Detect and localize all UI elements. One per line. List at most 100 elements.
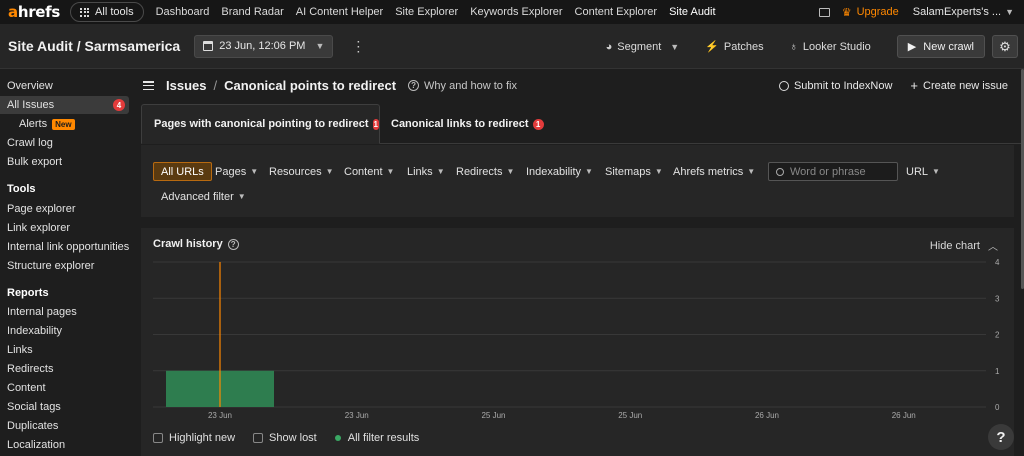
- series-dot: [334, 435, 341, 441]
- hide-chart-button[interactable]: Hide chart ︿: [930, 238, 998, 254]
- chevron-down-icon: ▼: [932, 167, 940, 176]
- filter-bar: All URLs Pages ▼ Resources ▼ Content ▼ Link…: [141, 145, 1014, 217]
- filter-pages[interactable]: Pages ▼: [215, 162, 258, 181]
- y-tick-label: 4: [995, 258, 1000, 267]
- nav-ai-content-helper[interactable]: AI Content Helper: [296, 6, 383, 18]
- all-tools-button[interactable]: All tools: [70, 2, 144, 22]
- nav-site-audit[interactable]: Site Audit: [669, 6, 715, 18]
- monitor-icon[interactable]: [818, 7, 830, 17]
- why-and-how-link[interactable]: ? Why and how to fix: [408, 80, 517, 92]
- breadcrumb-issues[interactable]: Issues: [166, 78, 206, 93]
- nav-keywords-explorer[interactable]: Keywords Explorer: [470, 6, 562, 18]
- top-navigation: ahrefs All tools Dashboard Brand Radar A…: [0, 0, 1024, 24]
- sidebar-item-structure-explorer[interactable]: Structure explorer: [7, 260, 94, 272]
- sidebar-item-label: All Issues: [7, 99, 55, 111]
- tab-pages-with-canonical[interactable]: Pages with canonical pointing to redirec…: [141, 104, 380, 144]
- nav-dashboard[interactable]: Dashboard: [156, 6, 210, 18]
- chevron-down-icon: ▼: [670, 41, 680, 52]
- filter-redirects[interactable]: Redirects ▼: [456, 162, 514, 181]
- lightning-icon: ⚡: [705, 41, 719, 53]
- sidebar-item-links[interactable]: Links: [7, 344, 33, 356]
- sidebar-item-crawl-log[interactable]: Crawl log: [7, 137, 53, 149]
- crawl-date-label: 23 Jun, 12:06 PM: [219, 40, 306, 52]
- sidebar-item-link-explorer[interactable]: Link explorer: [7, 222, 70, 234]
- issues-count-badge: 4: [113, 99, 125, 111]
- filter-content[interactable]: Content ▼: [344, 162, 394, 181]
- nav-content-explorer[interactable]: Content Explorer: [575, 6, 658, 18]
- chevron-down-icon: ▼: [1005, 7, 1014, 17]
- search-icon: [776, 167, 784, 176]
- y-tick-label: 2: [995, 331, 1000, 340]
- segment-button[interactable]: ◕ Segment ▼: [606, 41, 680, 53]
- account-menu[interactable]: SalamExperts's ... ▼: [913, 6, 1014, 18]
- advanced-filter-button[interactable]: Advanced filter ▼: [161, 187, 246, 206]
- crawl-history-chart: 0 1 2 3 4 23 Jun 23 Jun 25 Jun 25 Jun 26 Jun 26 Ju…: [153, 258, 1000, 420]
- crawl-date-selector[interactable]: 23 Jun, 12:06 PM ▼: [194, 34, 334, 58]
- ahrefs-logo[interactable]: ahrefs: [8, 3, 60, 21]
- chart-title: Crawl history ?: [153, 238, 239, 250]
- sidebar-item-page-explorer[interactable]: Page explorer: [7, 203, 76, 215]
- filter-indexability[interactable]: Indexability ▼: [526, 162, 593, 181]
- sidebar-item-localization[interactable]: Localization: [7, 439, 65, 451]
- filter-links[interactable]: Links ▼: [407, 162, 445, 181]
- nav-brand-radar[interactable]: Brand Radar: [221, 6, 283, 18]
- sidebar-item-internal-pages[interactable]: Internal pages: [7, 306, 77, 318]
- y-tick-label: 3: [995, 294, 1000, 303]
- highlight-new-checkbox[interactable]: [153, 433, 163, 443]
- filter-all-urls[interactable]: All URLs: [153, 162, 212, 181]
- show-lost-checkbox[interactable]: [253, 433, 264, 443]
- play-icon: ▶: [907, 41, 917, 53]
- sidebar: Overview All Issues 4 Alerts New Crawl l…: [0, 69, 133, 456]
- sidebar-item-bulk-export[interactable]: Bulk export: [7, 156, 62, 168]
- sidebar-item-label: Alerts: [19, 118, 48, 130]
- page-title: Site Audit / Sarmsamerica: [8, 38, 181, 54]
- x-tick-label: 23 Jun: [208, 411, 232, 420]
- filter-resources[interactable]: Resources ▼: [269, 162, 334, 181]
- more-options-icon[interactable]: ⋮: [351, 39, 365, 53]
- help-circle-icon[interactable]: ?: [227, 238, 239, 250]
- patches-button[interactable]: ⚡ Patches: [705, 40, 763, 54]
- sidebar-item-redirects[interactable]: Redirects: [7, 363, 53, 375]
- new-badge: New: [52, 118, 75, 130]
- filter-url[interactable]: URL ▼: [906, 162, 940, 181]
- chevron-down-icon: ▼: [436, 167, 445, 176]
- chevron-down-icon: ▼: [250, 167, 259, 176]
- sidebar-item-internal-link-opportunities[interactable]: Internal link opportunities: [7, 241, 129, 253]
- search-input[interactable]: Word or phrase: [768, 162, 898, 181]
- create-issue-button[interactable]: + Create new issue: [910, 78, 1008, 93]
- chevron-down-icon: ▼: [325, 167, 334, 176]
- chevron-down-icon: ▼: [747, 167, 756, 176]
- pie-icon: ◕: [605, 40, 613, 53]
- tab-canonical-links[interactable]: Canonical links to redirect 1: [391, 104, 544, 144]
- menu-icon[interactable]: [143, 81, 154, 90]
- filter-sitemaps[interactable]: Sitemaps ▼: [605, 162, 663, 181]
- x-tick-label: 23 Jun: [345, 411, 369, 420]
- settings-button[interactable]: ⚙: [992, 35, 1018, 58]
- new-crawl-button[interactable]: ▶ New crawl: [896, 35, 985, 58]
- sidebar-item-content[interactable]: Content: [7, 382, 46, 394]
- nav-site-explorer[interactable]: Site Explorer: [395, 6, 458, 18]
- sidebar-item-all-issues[interactable]: All Issues 4: [0, 96, 129, 114]
- help-button[interactable]: ?: [988, 424, 1014, 450]
- chart-title-text: Crawl history: [153, 238, 223, 250]
- chevron-down-icon: ▼: [386, 167, 395, 176]
- project-header: Site Audit / Sarmsamerica 23 Jun, 12:06 …: [0, 24, 1024, 69]
- chevron-down-icon: ▼: [585, 167, 593, 176]
- x-tick-label: 25 Jun: [481, 411, 505, 420]
- issue-title: Canonical points to redirect: [224, 78, 397, 93]
- upgrade-link[interactable]: Upgrade: [857, 6, 899, 18]
- sidebar-item-alerts[interactable]: Alerts New: [19, 118, 75, 130]
- filter-ahrefs-metrics[interactable]: Ahrefs metrics ▼: [673, 162, 755, 181]
- gear-icon: ⚙: [999, 38, 1011, 54]
- looker-studio-button[interactable]: ♁ Looker Studio: [790, 41, 871, 53]
- plus-icon: +: [910, 78, 918, 93]
- calendar-icon: [203, 41, 214, 51]
- chevron-down-icon: ▼: [506, 167, 515, 176]
- sidebar-item-social-tags[interactable]: Social tags: [7, 401, 61, 413]
- sidebar-item-overview[interactable]: Overview: [7, 80, 53, 92]
- sidebar-item-indexability[interactable]: Indexability: [7, 325, 62, 337]
- x-tick-label: 26 Jun: [755, 411, 779, 420]
- sidebar-item-duplicates[interactable]: Duplicates: [7, 420, 58, 432]
- submit-indexnow-button[interactable]: Submit to IndexNow: [778, 80, 892, 92]
- y-tick-label: 0: [995, 403, 1000, 412]
